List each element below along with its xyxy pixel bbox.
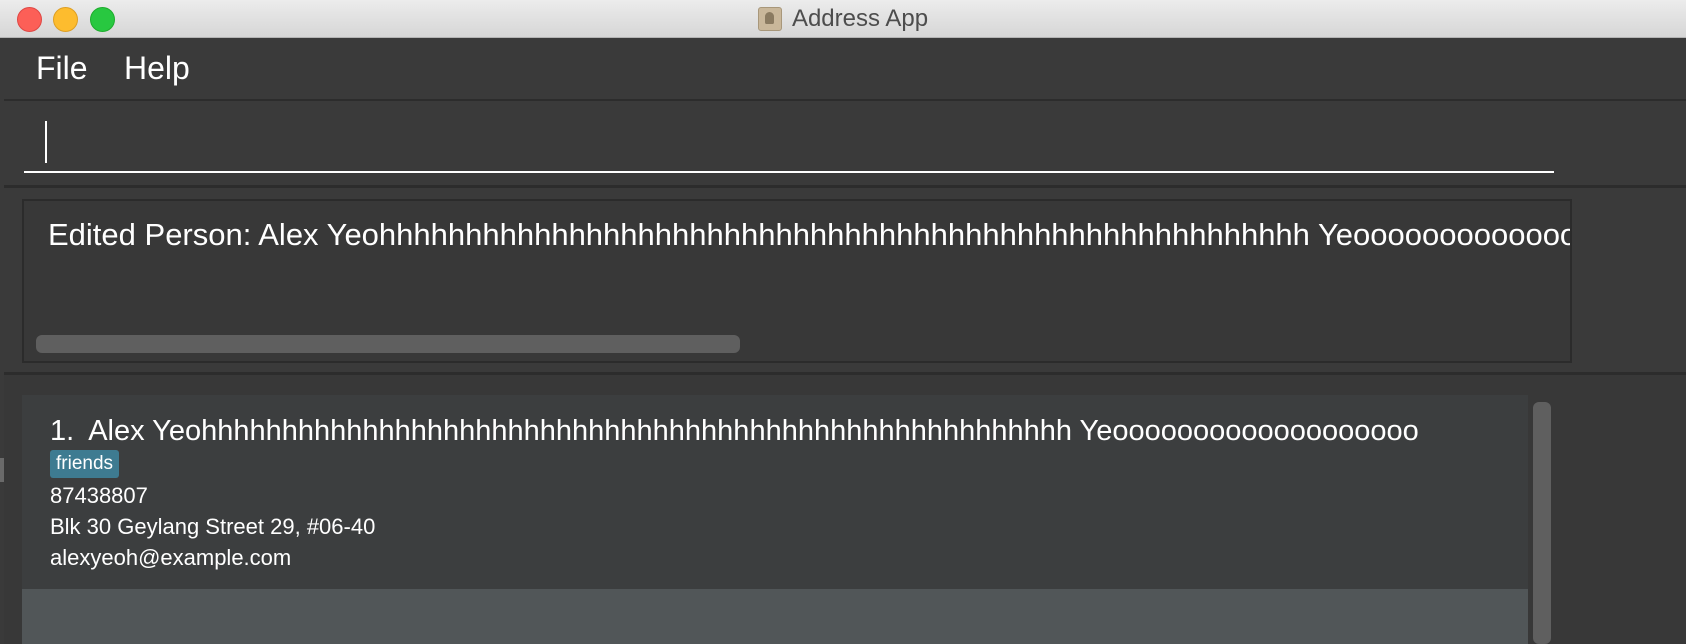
result-horizontal-scrollbar[interactable]	[36, 335, 740, 353]
window-edge-handle	[0, 458, 4, 482]
person-phone: 87438807	[50, 483, 148, 508]
person-name-row: 1. Alex Yeohhhhhhhhhhhhhhhhhhhhhhhhhhhhhh…	[50, 415, 1419, 448]
window-title-group: Address App	[0, 0, 1686, 37]
person-tag: friends	[50, 450, 120, 478]
person-list: 1. Alex Yeohhhhhhhhhhhhhhhhhhhhhhhhhhhhhh…	[4, 375, 1686, 644]
command-box-container	[4, 101, 1686, 188]
text-cursor	[45, 121, 47, 163]
address-app-window: Address App File Help Edited Person: Ale…	[0, 0, 1686, 644]
command-input[interactable]	[24, 111, 1554, 173]
menu-bar: File Help	[4, 38, 1686, 101]
title-bar[interactable]: Address App	[0, 0, 1686, 38]
person-name: Alex Yeohhhhhhhhhhhhhhhhhhhhhhhhhhhhhhhh…	[88, 415, 1419, 447]
person-address: Blk 30 Geylang Street 29, #06-40	[50, 514, 376, 539]
result-display: Edited Person: Alex Yeohhhhhhhhhhhhhhhhh…	[22, 199, 1572, 363]
person-index: 1.	[50, 415, 75, 447]
file-menu[interactable]: File	[36, 50, 88, 87]
window-title: Address App	[791, 4, 929, 32]
result-display-container: Edited Person: Alex Yeohhhhhhhhhhhhhhhhh…	[4, 188, 1686, 375]
help-menu[interactable]: Help	[124, 50, 190, 87]
person-card[interactable]: 1. Alex Yeohhhhhhhhhhhhhhhhhhhhhhhhhhhhhh…	[22, 395, 1528, 589]
result-message: Edited Person: Alex Yeohhhhhhhhhhhhhhhhh…	[48, 217, 1570, 252]
person-list-vertical-scrollbar[interactable]	[1533, 402, 1551, 644]
person-email: alexyeoh@example.com	[50, 545, 292, 570]
next-person-card[interactable]	[22, 589, 1528, 644]
address-book-icon	[757, 6, 782, 31]
